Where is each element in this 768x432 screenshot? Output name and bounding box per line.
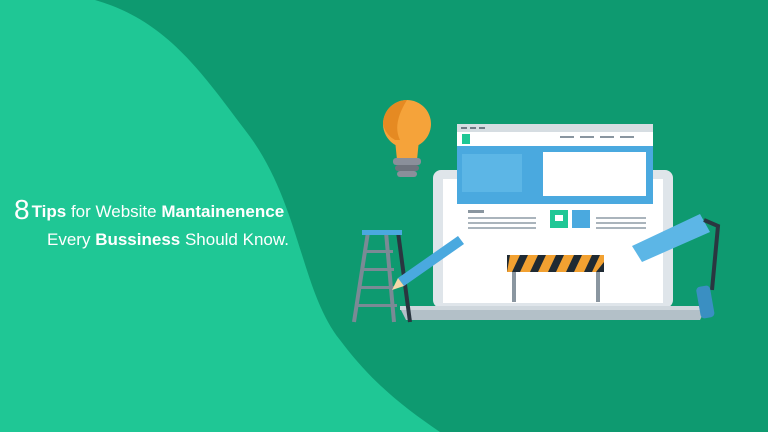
website-maintenance-illustration (352, 100, 721, 323)
light-bulb-icon (383, 100, 431, 177)
browser-window (457, 124, 653, 204)
